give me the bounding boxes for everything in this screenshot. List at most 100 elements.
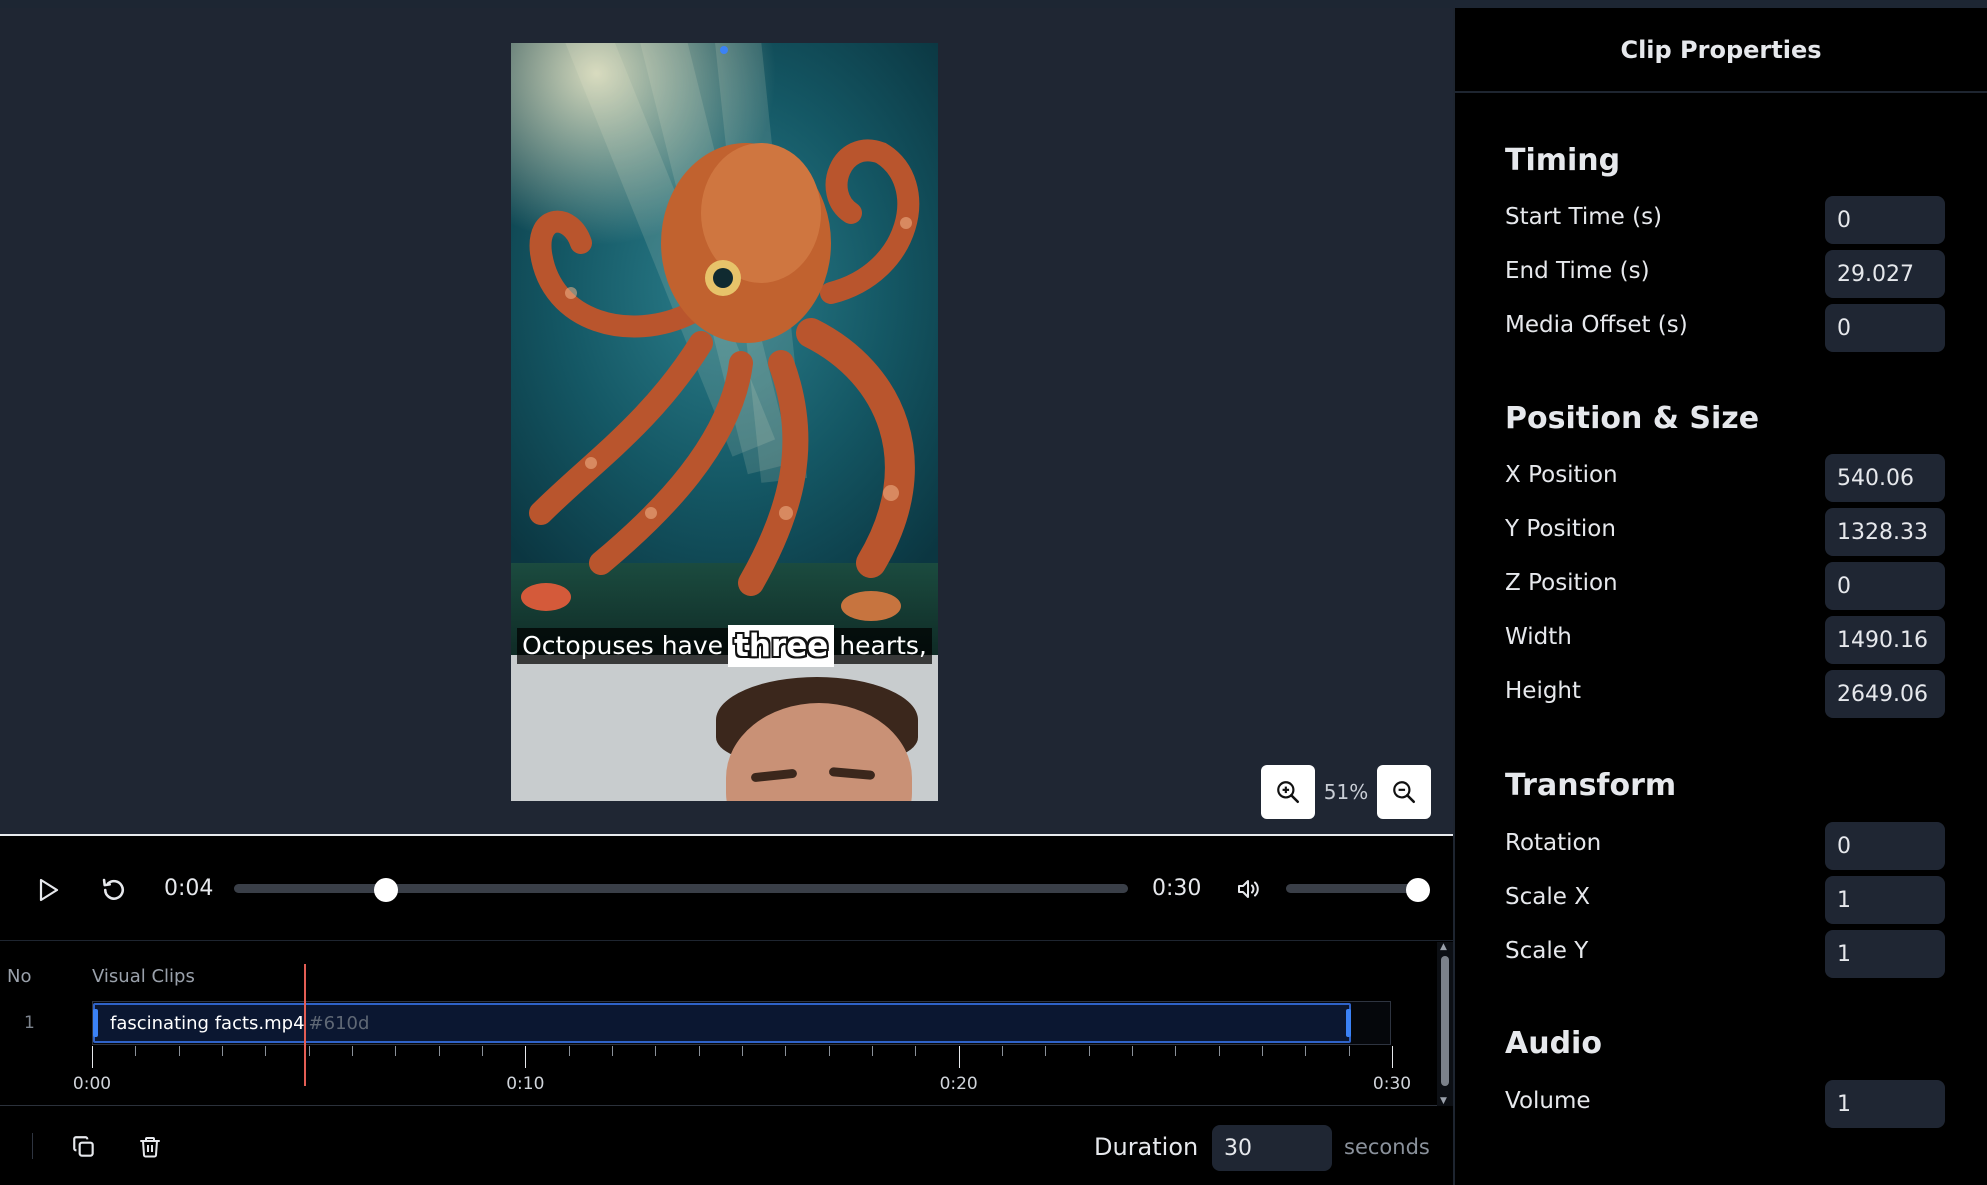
transform-handle[interactable] <box>720 46 728 54</box>
ruler-tick <box>655 1046 657 1056</box>
end-time-label: End Time (s) <box>1505 258 1650 284</box>
timeline-scrollbar[interactable]: ▲ ▼ <box>1437 942 1453 1106</box>
current-time: 0:04 <box>164 876 214 901</box>
x-position-input[interactable] <box>1825 454 1945 502</box>
column-header-no: No <box>7 966 32 987</box>
ruler-tick <box>1218 1046 1220 1056</box>
ruler-tick <box>438 1046 440 1056</box>
ruler-tick <box>222 1046 223 1056</box>
z-position-input[interactable] <box>1825 562 1945 610</box>
ruler-label: 0:10 <box>506 1074 545 1094</box>
caption-text-after: hearts, <box>834 628 932 664</box>
width-label: Width <box>1505 624 1572 650</box>
ruler-tick <box>1348 1046 1350 1056</box>
section-title-timing: Timing <box>1505 143 1621 178</box>
height-input[interactable] <box>1825 670 1945 718</box>
zoom-in-button[interactable] <box>1261 765 1315 819</box>
rotation-input[interactable] <box>1825 822 1945 870</box>
caption-highlight-word: three <box>728 625 835 667</box>
scale-x-input[interactable] <box>1825 876 1945 924</box>
octopus-scene-image <box>511 43 938 655</box>
restart-icon <box>102 878 124 900</box>
column-header-visual-clips: Visual Clips <box>92 966 195 987</box>
ruler-tick <box>1132 1046 1133 1056</box>
clip-trim-handle-right[interactable] <box>1345 1009 1351 1037</box>
clip-name: fascinating facts.mp4 <box>110 1013 305 1034</box>
zoom-in-icon <box>1277 781 1300 804</box>
width-input[interactable] <box>1825 616 1945 664</box>
caption-text-before: Octopuses have <box>517 628 729 664</box>
clip-id: #610d <box>308 1013 370 1034</box>
ruler-tick <box>1175 1046 1177 1056</box>
seek-slider-thumb[interactable] <box>373 878 398 902</box>
ruler-tick <box>958 1046 960 1068</box>
end-time-input[interactable] <box>1825 250 1945 298</box>
ruler-tick <box>352 1046 353 1056</box>
ruler-tick <box>742 1046 743 1056</box>
ruler-tick <box>698 1046 700 1056</box>
row-number: 1 <box>24 1013 35 1033</box>
ruler-tick <box>308 1046 310 1056</box>
ruler-tick <box>92 1046 93 1068</box>
timeline-clip[interactable]: fascinating facts.mp4 #610d <box>93 1003 1351 1043</box>
volume-input[interactable] <box>1825 1080 1945 1128</box>
ruler-tick <box>395 1046 397 1056</box>
ruler-tick <box>872 1046 873 1056</box>
x-position-label: X Position <box>1505 462 1618 488</box>
ruler-tick <box>568 1046 570 1056</box>
y-position-input[interactable] <box>1825 508 1945 556</box>
top-border <box>0 0 1987 8</box>
panel-title: Clip Properties <box>1455 8 1987 93</box>
subtitle-caption[interactable]: Octopuses have three hearts, <box>511 625 938 667</box>
volume-slider-thumb[interactable] <box>1406 878 1430 902</box>
scale-y-label: Scale Y <box>1505 938 1589 964</box>
clip-trim-handle-left[interactable] <box>93 1009 98 1037</box>
duration-label: Duration <box>1094 1133 1199 1161</box>
ruler-tick <box>1262 1046 1263 1056</box>
volume-slider-track[interactable] <box>1286 884 1418 893</box>
zoom-level: 51% <box>1323 780 1369 804</box>
scroll-down-arrow[interactable]: ▼ <box>1440 1096 1447 1106</box>
ruler-tick <box>1002 1046 1003 1056</box>
section-title-position-size: Position & Size <box>1505 401 1760 436</box>
preview-canvas: Octopuses have three hearts, 51% <box>0 8 1453 836</box>
duplicate-button[interactable] <box>68 1131 100 1163</box>
video-frame[interactable]: Octopuses have three hearts, <box>511 43 938 801</box>
total-time: 0:30 <box>1152 876 1202 901</box>
scale-x-label: Scale X <box>1505 884 1590 910</box>
ruler-tick <box>915 1046 917 1056</box>
start-time-input[interactable] <box>1825 196 1945 244</box>
volume-icon <box>1238 880 1259 898</box>
ruler-tick <box>612 1046 613 1056</box>
mute-button[interactable] <box>1232 872 1266 906</box>
seek-slider-track[interactable] <box>234 884 1128 893</box>
clip-properties-panel: Clip Properties Timing Start Time (s) En… <box>1453 8 1987 1185</box>
rotation-label: Rotation <box>1505 830 1602 856</box>
play-button[interactable] <box>30 872 66 908</box>
duration-input[interactable] <box>1212 1125 1332 1171</box>
ruler-tick <box>265 1046 267 1056</box>
duration-unit: seconds <box>1344 1135 1430 1159</box>
scroll-up-arrow[interactable]: ▲ <box>1440 942 1447 952</box>
media-offset-input[interactable] <box>1825 304 1945 352</box>
timeline-footer: Duration seconds <box>0 1107 1453 1185</box>
y-position-label: Y Position <box>1505 516 1616 542</box>
media-offset-label: Media Offset (s) <box>1505 312 1688 338</box>
restart-button[interactable] <box>94 870 134 910</box>
z-position-label: Z Position <box>1505 570 1618 596</box>
footer-divider <box>32 1133 33 1159</box>
ruler-tick <box>178 1046 180 1056</box>
scale-y-input[interactable] <box>1825 930 1945 978</box>
duplicate-icon <box>73 1136 94 1157</box>
scrollbar-thumb[interactable] <box>1441 956 1449 1086</box>
zoom-out-button[interactable] <box>1377 765 1431 819</box>
delete-button[interactable] <box>134 1131 166 1163</box>
ruler-label: 0:00 <box>72 1074 112 1094</box>
start-time-label: Start Time (s) <box>1505 204 1663 230</box>
ruler-tick <box>1305 1046 1307 1056</box>
time-ruler[interactable] <box>92 1046 1393 1076</box>
volume-label: Volume <box>1505 1088 1591 1114</box>
ruler-tick <box>1088 1046 1090 1056</box>
playhead[interactable] <box>304 964 307 1086</box>
section-title-audio: Audio <box>1505 1026 1602 1061</box>
